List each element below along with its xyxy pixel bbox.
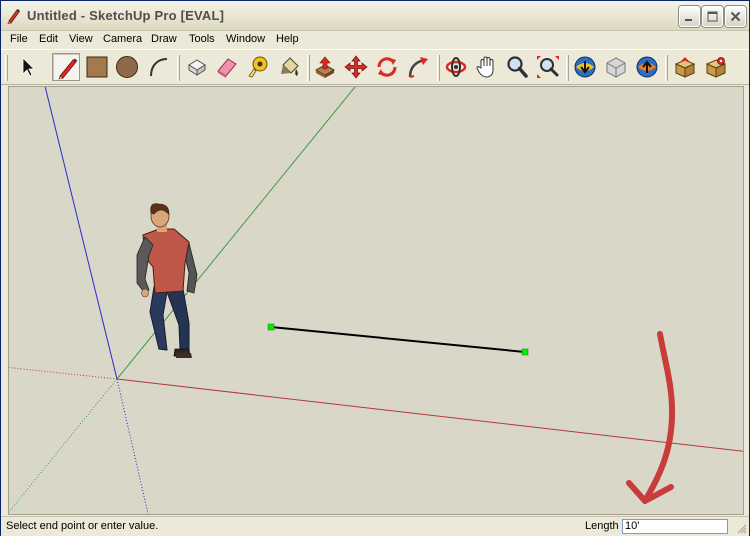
pan-tool-button[interactable] [473,53,501,81]
toolbar-separator [437,55,440,81]
box-gear-icon [705,57,727,78]
title-bar[interactable]: Untitled - SketchUp Pro [EVAL] [1,1,749,31]
drawing-viewport[interactable] [8,86,744,515]
measurements-label: Length [585,520,619,532]
zoom-extents-icon [537,56,559,78]
tape-measure-tool-button[interactable] [244,53,272,81]
minimize-button[interactable] [679,6,700,27]
paint-bucket-tool-button[interactable] [275,53,303,81]
menu-tools[interactable]: Tools [189,33,215,45]
hand-icon [476,56,494,78]
zoom-tool-button[interactable] [503,53,531,81]
minimize-icon [685,19,692,21]
status-bar: Select end point or enter value. Length … [1,516,749,536]
menu-edit[interactable]: Edit [39,33,58,45]
annotation-arrow [626,331,676,504]
rectangle-tool-button[interactable] [83,53,111,81]
box-icon [674,57,696,78]
share-component-icon [606,57,626,78]
arrow-cursor-icon [22,57,35,77]
line-tool-button[interactable] [52,53,80,81]
measurements-input[interactable]: 10' [622,519,728,534]
circle-tool-button[interactable] [113,53,141,81]
sketchup-window: Untitled - SketchUp Pro [EVAL] File Edit… [0,0,750,536]
zoom-icon [507,56,528,78]
arc-tool-button[interactable] [144,53,172,81]
green-axis-negative [9,378,118,513]
window-title: Untitled - SketchUp Pro [EVAL] [27,8,225,23]
line-end-point[interactable] [521,348,529,356]
arc-icon [150,58,168,77]
component-icon [188,59,206,76]
main-toolbar [1,49,749,85]
pencil-icon [58,58,78,80]
toolbar-separator [665,55,668,81]
status-prompt: Select end point or enter value. [6,520,159,532]
follow-me-icon [408,57,428,78]
menu-camera[interactable]: Camera [103,33,142,45]
menu-file[interactable]: File [10,33,28,45]
blue-axis-negative [116,378,149,514]
share-model-tool-button[interactable] [633,53,661,81]
line-start-point[interactable] [267,323,275,331]
blue-axis [44,87,118,380]
share-component-tool-button[interactable] [602,53,630,81]
select-tool-button[interactable] [13,53,41,81]
paint-bucket-icon [281,57,299,76]
rectangle-icon [86,56,108,78]
sketchup-app-icon [7,9,20,24]
orbit-icon [445,57,467,77]
move-tool-button[interactable] [342,53,370,81]
menu-bar: File Edit View Camera Draw Tools Window … [1,31,749,49]
toolbar-grip[interactable] [5,55,8,81]
follow-me-tool-button[interactable] [404,53,432,81]
drawn-edge-line[interactable] [270,326,526,353]
eraser-tool-button[interactable] [213,53,241,81]
maximize-button[interactable] [702,6,723,27]
red-axis-negative [9,367,118,380]
toolbar-separator [307,55,310,81]
get-models-tool-button[interactable] [571,53,599,81]
tape-measure-icon [248,56,268,78]
menu-window[interactable]: Window [226,33,265,45]
viewport-canvas[interactable] [9,87,744,515]
resize-grip-icon[interactable] [735,522,747,534]
close-icon [730,11,741,22]
toolbar-separator [566,55,569,81]
eraser-icon [217,58,237,78]
push-pull-icon [314,56,336,78]
move-icon [344,55,368,79]
menu-help[interactable]: Help [276,33,299,45]
push-pull-tool-button[interactable] [311,53,339,81]
globe-download-icon [574,56,596,78]
globe-share-icon [636,56,658,78]
close-button[interactable] [725,6,746,27]
orbit-tool-button[interactable] [442,53,470,81]
toolbar-separator [177,55,180,81]
maximize-icon [707,11,718,22]
menu-view[interactable]: View [69,33,93,45]
menu-draw[interactable]: Draw [151,33,177,45]
red-axis [116,378,743,452]
make-component-tool-button[interactable] [183,53,211,81]
rotate-tool-button[interactable] [373,53,401,81]
extension-warehouse-tool-button[interactable] [671,53,699,81]
circle-icon [116,56,138,78]
rotate-icon [377,57,397,77]
extension-manager-tool-button[interactable] [702,53,730,81]
scale-figure-person[interactable] [136,203,198,358]
zoom-extents-tool-button[interactable] [534,53,562,81]
